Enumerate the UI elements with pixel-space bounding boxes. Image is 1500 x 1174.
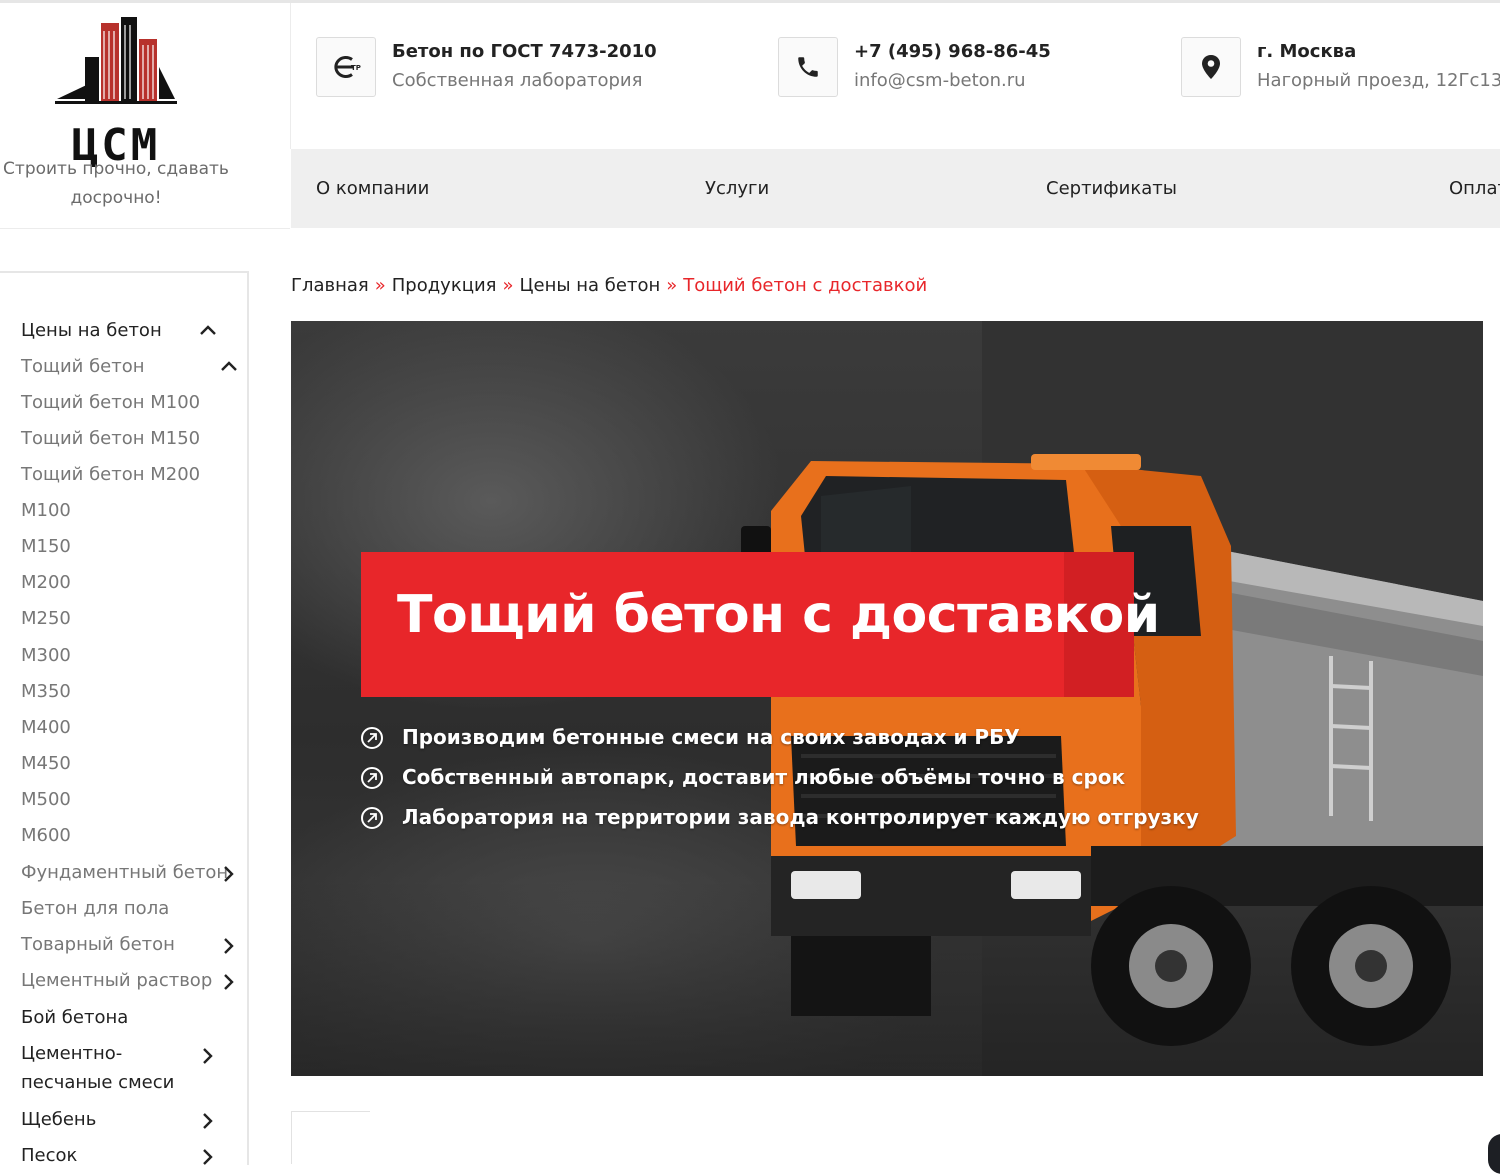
gost-title: Бетон по ГОСТ 7473-2010	[392, 41, 657, 62]
breadcrumb-current: Тощий бетон с доставкой	[683, 275, 928, 296]
sidebar-item-lean-m200[interactable]: Тощий бетон М200	[21, 460, 200, 489]
arrow-circle-icon	[361, 727, 383, 749]
breadcrumb-separator: »	[502, 275, 514, 296]
slogan-line-2: досрочно!	[70, 188, 162, 208]
sidebar-item-cement-sand-mixes[interactable]: Цементно- песчаные смеси	[21, 1039, 174, 1097]
logo-block[interactable]: ЦСМ Строить прочно, сдавать досрочно!	[0, 3, 290, 229]
nav-item-about[interactable]: О компании	[316, 178, 429, 199]
chevron-right-icon[interactable]	[201, 1047, 213, 1065]
location-pin-icon	[1181, 37, 1241, 97]
arrow-circle-icon	[361, 807, 383, 829]
chevron-right-icon[interactable]	[201, 1112, 213, 1130]
sidebar-item-foundation-concrete[interactable]: Фундаментный бетон	[21, 858, 228, 887]
sidebar-item-label: Цементно-	[21, 1043, 123, 1064]
header-info-address: г. Москва Нагорный проезд, 12Гс13	[1181, 37, 1500, 97]
sidebar-item-lean-concrete[interactable]: Тощий бетон	[21, 352, 145, 381]
slogan-line-1: Строить прочно, сдавать	[3, 159, 229, 179]
arrow-circle-icon	[361, 767, 383, 789]
breadcrumb-home[interactable]: Главная	[291, 275, 369, 296]
nav-item-services[interactable]: Услуги	[705, 178, 769, 199]
header-divider	[290, 3, 291, 149]
email-link[interactable]: info@csm-beton.ru	[854, 70, 1026, 91]
sidebar-item-ready-mix-concrete[interactable]: Товарный бетон	[21, 930, 175, 959]
nav-item-payment[interactable]: Оплат	[1449, 178, 1500, 199]
sidebar-item-m150[interactable]: М150	[21, 532, 71, 561]
sidebar-menu: Цены на бетон Тощий бетон Тощий бетон М1…	[0, 271, 249, 1165]
hero-bullet-text: Собственный автопарк, доставит любые объ…	[402, 765, 1126, 789]
hero-bullet-text: Производим бетонные смеси на своих завод…	[402, 725, 1020, 749]
svg-text:ТР: ТР	[351, 64, 361, 72]
sidebar-item-m500[interactable]: М500	[21, 785, 71, 814]
slogan: Строить прочно, сдавать досрочно!	[0, 155, 232, 213]
sidebar-item-m600[interactable]: М600	[21, 821, 71, 850]
sidebar-item-concrete-scrap[interactable]: Бой бетона	[21, 1003, 128, 1032]
breadcrumb-separator: »	[374, 275, 386, 296]
gost-certification-icon: ТР	[316, 37, 376, 97]
address-label: Нагорный проезд, 12Гс13	[1257, 70, 1500, 91]
chat-widget-button[interactable]	[1488, 1134, 1500, 1174]
hero-banner	[291, 321, 1483, 1076]
sidebar-item-concrete-prices[interactable]: Цены на бетон	[21, 316, 162, 345]
sidebar-item-label: песчаные смеси	[21, 1072, 175, 1093]
sidebar-item-crushed-stone[interactable]: Щебень	[21, 1105, 96, 1134]
sidebar-item-sand[interactable]: Песок	[21, 1141, 77, 1165]
chevron-right-icon[interactable]	[222, 865, 234, 883]
sidebar-item-m300[interactable]: М300	[21, 641, 71, 670]
sidebar-item-m450[interactable]: М450	[21, 749, 71, 778]
hero-title: Тощий бетон с доставкой	[397, 585, 1160, 645]
header-info-gost: ТР Бетон по ГОСТ 7473-2010 Собственная л…	[316, 37, 657, 97]
sidebar-item-cement-mortar[interactable]: Цементный раствор	[21, 966, 212, 995]
city-label: г. Москва	[1257, 41, 1357, 62]
chevron-right-icon[interactable]	[222, 937, 234, 955]
sidebar-item-m200[interactable]: М200	[21, 568, 71, 597]
content-card-corner	[291, 1111, 370, 1164]
main-nav: О компании Услуги Сертификаты Оплат	[291, 149, 1500, 228]
sidebar-item-m250[interactable]: М250	[21, 604, 71, 633]
gost-subtitle: Собственная лаборатория	[392, 70, 643, 91]
chevron-up-icon[interactable]	[220, 360, 238, 372]
sidebar-item-lean-m100[interactable]: Тощий бетон М100	[21, 388, 200, 417]
nav-item-certificates[interactable]: Сертификаты	[1046, 178, 1177, 199]
chevron-right-icon[interactable]	[222, 973, 234, 991]
phone-icon	[778, 37, 838, 97]
hero-bullet-text: Лаборатория на территории завода контрол…	[402, 805, 1199, 829]
breadcrumb-separator: »	[666, 275, 678, 296]
sidebar-item-lean-m150[interactable]: Тощий бетон М150	[21, 424, 200, 453]
sidebar-item-m100[interactable]: М100	[21, 496, 71, 525]
sidebar-item-floor-concrete[interactable]: Бетон для пола	[21, 894, 169, 923]
logo-buildings-icon	[55, 17, 177, 104]
chevron-up-icon[interactable]	[199, 324, 217, 336]
sidebar-item-m400[interactable]: М400	[21, 713, 71, 742]
breadcrumb-concrete-prices[interactable]: Цены на бетон	[520, 275, 661, 296]
header-info-contacts: +7 (495) 968-86-45 info@csm-beton.ru	[778, 37, 1078, 97]
breadcrumb-products[interactable]: Продукция	[392, 275, 497, 296]
breadcrumb: Главная» Продукция» Цены на бетон» Тощий бе…	[291, 275, 927, 296]
phone-number[interactable]: +7 (495) 968-86-45	[854, 41, 1051, 62]
chevron-right-icon[interactable]	[201, 1148, 213, 1165]
sidebar-item-m350[interactable]: М350	[21, 677, 71, 706]
